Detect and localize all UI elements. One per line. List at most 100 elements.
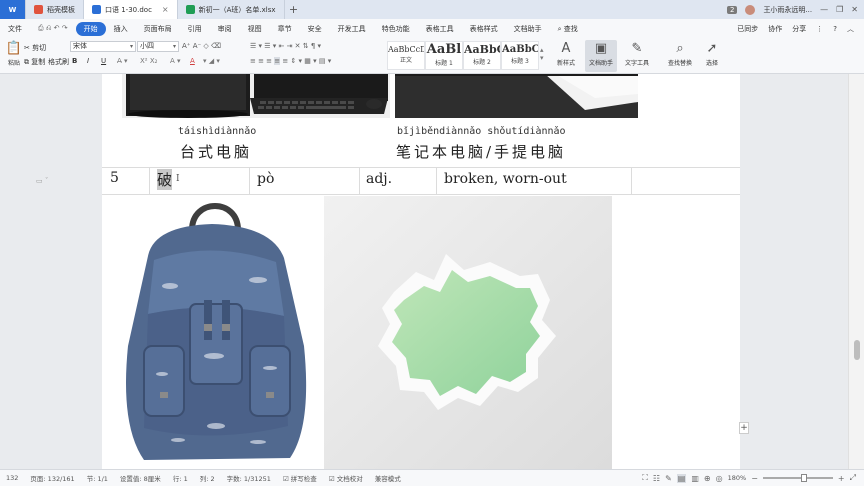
torn-paper-image	[324, 196, 612, 469]
menu-developer[interactable]: 开发工具	[330, 24, 374, 34]
row-pinyin[interactable]: pò	[257, 171, 274, 187]
menu-search[interactable]: ⌕ 查找	[550, 24, 586, 34]
zoom-in-icon[interactable]: +	[838, 474, 845, 483]
fullscreen-icon[interactable]: ⤢	[850, 473, 856, 483]
find-replace-button[interactable]: ⌕ 查找替换	[662, 40, 698, 72]
styles-scroll[interactable]: ▴ ▾	[540, 46, 544, 62]
menu-features[interactable]: 特色功能	[374, 24, 418, 34]
menu-security[interactable]: 安全	[300, 24, 330, 34]
style-normal[interactable]: AaBbCcDd 正文	[387, 41, 425, 70]
menu-table-tools[interactable]: 表格工具	[418, 24, 462, 34]
share-button[interactable]: 分享	[792, 24, 806, 34]
clear-format-button[interactable]: A ▾	[170, 57, 181, 65]
scrollbar-thumb[interactable]	[854, 340, 860, 360]
doc-helper-button[interactable]: ▣ 文档助手	[585, 40, 617, 72]
line-indicator: 行: 1	[172, 475, 188, 483]
menu-insert[interactable]: 插入	[106, 24, 136, 34]
zoom-out-icon[interactable]: −	[751, 474, 758, 483]
font-size-select[interactable]: 小四 ▾	[137, 41, 179, 52]
collaborate-button[interactable]: 协作	[768, 24, 782, 34]
close-window-button[interactable]: ✕	[851, 5, 858, 14]
more-icon[interactable]: ⋮	[816, 25, 823, 33]
spell-check-button[interactable]: ☑ 拼写检查	[277, 473, 323, 483]
collapse-icon[interactable]: ︿	[847, 24, 854, 34]
help-icon[interactable]: ?	[833, 25, 837, 33]
word-count[interactable]: 字数: 1/31251	[221, 473, 277, 483]
menu-view[interactable]: 视图	[240, 24, 270, 34]
tab-docer-templates[interactable]: 稻壳模板	[26, 0, 84, 19]
format-painter-button[interactable]: 格式刷	[48, 57, 69, 67]
document-workspace[interactable]: ▭ ˇ táishìdiànnǎo 台式电脑 bǐjìběndiànnǎo sh…	[0, 74, 864, 469]
close-tab-icon[interactable]: ×	[162, 5, 169, 14]
style-heading-1[interactable]: AaBl 标题 1	[425, 41, 463, 70]
avatar[interactable]	[745, 4, 756, 15]
row-meaning[interactable]: broken, worn-out	[444, 171, 567, 187]
copy-button[interactable]: ⧉ 复制	[24, 57, 45, 67]
vertical-scrollbar[interactable]	[848, 74, 864, 469]
doc-check-button[interactable]: ☑ 文档校对	[323, 473, 369, 483]
menu-file[interactable]: 文件	[0, 24, 30, 34]
row-number[interactable]: 5	[110, 170, 119, 186]
italic-button[interactable]: I	[87, 57, 89, 65]
superscript-button[interactable]: X² X₂	[140, 57, 157, 65]
strikethrough-button[interactable]: A̶ ▾	[117, 57, 128, 65]
column-indicator: 列: 2	[199, 475, 215, 483]
table-border	[249, 167, 250, 194]
zoom-slider-knob[interactable]	[801, 474, 808, 482]
font-name-select[interactable]: 宋体 ▾	[70, 41, 136, 52]
underline-button[interactable]: U	[101, 57, 106, 65]
menu-chapter[interactable]: 章节	[270, 24, 300, 34]
new-tab-button[interactable]: +	[285, 0, 303, 19]
style-heading-3[interactable]: AaBbC 标题 3	[501, 41, 539, 70]
menu-table-style[interactable]: 表格样式	[462, 24, 506, 34]
highlight-button[interactable]: ▾ ◢ ▾	[203, 57, 220, 65]
document-page[interactable]: táishìdiànnǎo 台式电脑 bǐjìběndiànnǎo shǒutí…	[102, 74, 740, 469]
menu-right: 已同步 协作 分享 ⋮ ? ︿	[737, 24, 864, 34]
magnifier-icon: ⌕	[676, 41, 684, 56]
table-border	[102, 194, 740, 195]
sync-status[interactable]: 已同步	[737, 24, 758, 34]
table-border	[436, 167, 437, 194]
cut-button[interactable]: ✂ 剪切	[24, 43, 46, 53]
paste-button[interactable]: 📋 粘贴	[2, 40, 26, 72]
menu-undo-icons[interactable]: ⎙ ⎌ ↶ ↷	[30, 24, 76, 33]
read-view-icon[interactable]: ▥	[691, 474, 699, 483]
font-size-grow-shrink[interactable]: A⁺ A⁻ ◇ ⌫	[182, 42, 221, 50]
menu-page-layout[interactable]: 页面布局	[136, 24, 180, 34]
user-name[interactable]: 王小雨永远明...	[763, 5, 812, 15]
text-tools-button[interactable]: ✎ 文字工具	[620, 40, 654, 72]
fit-page-icon[interactable]: ⛶	[642, 473, 648, 483]
menu-doc-helper[interactable]: 文档助手	[506, 24, 550, 34]
menu-review[interactable]: 审阅	[210, 24, 240, 34]
minimize-button[interactable]: —	[820, 5, 828, 14]
page-indicator[interactable]: 页面: 132/161	[24, 473, 80, 483]
edit-icon[interactable]: ✎	[665, 474, 672, 483]
menu-home[interactable]: 开始	[75, 21, 106, 36]
web-view-icon[interactable]: ⊕	[704, 474, 711, 483]
tab-spreadsheet[interactable]: 新初一（A班）名单.xlsx	[178, 0, 285, 19]
zoom-level[interactable]: 180%	[728, 474, 747, 482]
page-view-icon[interactable]: ▤	[676, 473, 687, 483]
tab-document[interactable]: 口语 1-30.doc ×	[84, 0, 178, 19]
new-style-button[interactable]: A 新样式	[552, 40, 580, 72]
table-border	[102, 167, 740, 168]
section-indicator: 节: 1/1	[86, 475, 108, 483]
add-row-button[interactable]: +	[739, 422, 749, 434]
page-nav-marker[interactable]: ▭ ˇ	[36, 177, 48, 185]
bold-button[interactable]: B	[72, 57, 77, 65]
outline-icon[interactable]: ☷	[653, 474, 660, 483]
wps-home-button[interactable]: W	[0, 0, 26, 19]
row-hanzi[interactable]: 破	[157, 169, 173, 190]
row-part-of-speech[interactable]: adj.	[366, 171, 392, 187]
window-count-badge[interactable]: 2	[726, 5, 738, 14]
menu-references[interactable]: 引用	[180, 24, 210, 34]
select-button[interactable]: ➚ 选择	[700, 40, 724, 72]
maximize-button[interactable]: ❐	[836, 5, 843, 14]
align-buttons[interactable]: ≡ ≡ ≡ ≡ ≡ ⇕ ▾ ▦ ▾ ▤ ▾	[250, 57, 331, 65]
style-heading-2[interactable]: AaBbC 标题 2	[463, 41, 501, 70]
eye-protection-icon[interactable]: ◎	[716, 474, 723, 483]
list-buttons[interactable]: ☰ ▾ ☰ ▾ ⇤ ⇥ ✕ ⇅ ¶ ▾	[250, 42, 321, 50]
page-number[interactable]: 132	[0, 474, 24, 482]
font-color-button[interactable]: A	[190, 57, 195, 65]
zoom-slider[interactable]	[762, 474, 833, 482]
